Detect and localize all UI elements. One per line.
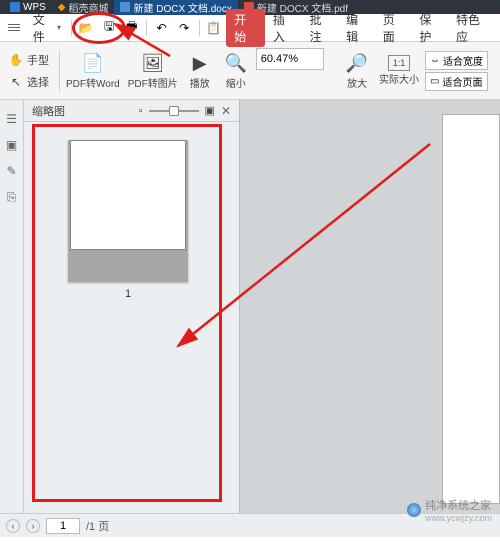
page-thumbnail[interactable]: 1 xyxy=(68,138,188,300)
watermark-url: www.ycwjzy.com xyxy=(425,513,492,523)
pdf-image-icon: 🖼 xyxy=(139,51,167,75)
tool-actual-size[interactable]: 1:1 实际大小 xyxy=(377,55,421,86)
rail-bookmark-icon[interactable]: ⎘ xyxy=(3,188,21,206)
menu-annotate[interactable]: 批注 xyxy=(304,8,339,48)
cursor-icon: ↖ xyxy=(8,74,24,90)
thumb-size-slider[interactable] xyxy=(149,110,199,112)
page-thumbnail-number: 1 xyxy=(68,288,188,300)
hand-icon: ✋ xyxy=(8,52,24,68)
thumbnail-panel: 缩略图 ▫ ▣ ✕ 1 xyxy=(24,100,240,513)
side-rail: ☰ ▣ ✎ ⎘ xyxy=(0,100,24,513)
page-number-input[interactable] xyxy=(46,518,80,534)
tool-play[interactable]: ▶ 播放 xyxy=(184,51,216,90)
tool-fit-page[interactable]: ▭适合页面 xyxy=(425,72,488,91)
actual-size-icon: 1:1 xyxy=(388,55,410,71)
docx-icon xyxy=(120,2,130,12)
menu-hamburger-icon[interactable] xyxy=(4,17,25,39)
rail-outline-icon[interactable]: ☰ xyxy=(3,110,21,128)
thumbnail-title: 缩略图 xyxy=(32,103,65,119)
tool-group-fit: ⇔适合宽度 ▭适合页面 xyxy=(425,51,488,91)
document-area[interactable] xyxy=(240,100,500,513)
menu-protect[interactable]: 保护 xyxy=(413,8,448,48)
thumb-small-icon[interactable]: ▫ xyxy=(139,105,143,117)
open-folder-icon[interactable]: 📂 xyxy=(76,17,97,39)
menu-feature[interactable]: 特色应 xyxy=(450,8,496,48)
watermark: 纯净系统之家 www.ycwjzy.com xyxy=(407,497,492,523)
fit-page-icon: ▭ xyxy=(430,76,439,87)
menubar: 文件▾ 📂 🖫 🖶 ↶ ↷ 📋 开始 插入 批注 编辑 页面 保护 特色应 xyxy=(0,14,500,42)
thumb-large-icon[interactable]: ▣ xyxy=(205,104,215,117)
menu-insert[interactable]: 插入 xyxy=(267,8,302,48)
zoomin-icon: 🔎 xyxy=(343,51,371,75)
rail-image-icon[interactable]: ▣ xyxy=(3,136,21,154)
tool-select[interactable]: ↖选择 xyxy=(4,72,53,92)
undo-icon[interactable]: ↶ xyxy=(151,17,172,39)
tool-zoomout[interactable]: 🔍 缩小 xyxy=(220,51,252,90)
save-icon[interactable]: 🖫 xyxy=(99,17,120,39)
tool-group-select: ✋手型 ↖选择 xyxy=(4,50,60,92)
fit-width-icon: ⇔ xyxy=(430,55,440,66)
clipboard-icon[interactable]: 📋 xyxy=(204,17,225,39)
document-page xyxy=(442,114,500,504)
tool-pdf2img[interactable]: 🖼 PDF转图片 xyxy=(126,51,180,90)
thumbnail-header: 缩略图 ▫ ▣ ✕ xyxy=(24,100,239,122)
play-icon: ▶ xyxy=(186,51,214,75)
page-total-label: /1 页 xyxy=(86,518,109,534)
tool-fit-width[interactable]: ⇔适合宽度 xyxy=(425,51,488,70)
zoom-value-input[interactable] xyxy=(256,48,324,70)
page-prev-button[interactable]: ‹ xyxy=(6,519,20,533)
rail-annotate-icon[interactable]: ✎ xyxy=(3,162,21,180)
workarea: ☰ ▣ ✎ ⎘ 缩略图 ▫ ▣ ✕ 1 xyxy=(0,100,500,513)
redo-icon[interactable]: ↷ xyxy=(174,17,195,39)
print-icon[interactable]: 🖶 xyxy=(121,17,142,39)
pdf-word-icon: 📄 xyxy=(79,51,107,75)
zoomout-icon: 🔍 xyxy=(222,51,250,75)
wps-icon xyxy=(10,2,20,12)
watermark-brand: 纯净系统之家 xyxy=(425,497,492,513)
menu-edit[interactable]: 编辑 xyxy=(340,8,375,48)
menu-start[interactable]: 开始 xyxy=(226,9,265,47)
tab-docx[interactable]: 新建 DOCX 文档.docx xyxy=(114,0,237,15)
tool-pdf2word[interactable]: 📄 PDF转Word xyxy=(64,51,122,90)
page-next-button[interactable]: › xyxy=(26,519,40,533)
menu-page[interactable]: 页面 xyxy=(377,8,412,48)
menu-file[interactable]: 文件▾ xyxy=(27,8,67,48)
thumbnail-body: 1 xyxy=(24,122,239,513)
watermark-logo-icon xyxy=(407,503,421,517)
ribbon-toolbar: ✋手型 ↖选择 📄 PDF转Word 🖼 PDF转图片 ▶ 播放 🔍 缩小 🔎 … xyxy=(0,42,500,100)
tool-zoomin[interactable]: 🔎 放大 xyxy=(341,51,373,90)
thumbnail-close-icon[interactable]: ✕ xyxy=(221,104,231,118)
tool-hand[interactable]: ✋手型 xyxy=(4,50,53,70)
